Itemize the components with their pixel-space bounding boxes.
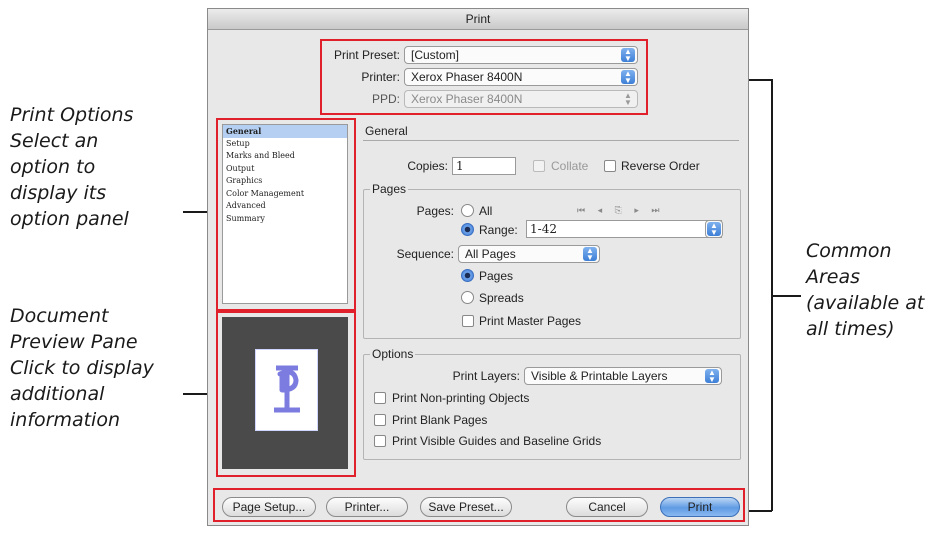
preview-pane-annotation: Document Preview Pane Click to display a… bbox=[10, 303, 154, 433]
print-blank-pages-label: Print Blank Pages bbox=[392, 413, 488, 427]
range-label: Range: bbox=[479, 223, 518, 237]
sequence-label: Sequence: bbox=[396, 247, 454, 261]
all-pages-radio[interactable] bbox=[461, 204, 474, 217]
pages-group-title: Pages bbox=[370, 182, 409, 196]
annotation-line: Document bbox=[10, 305, 109, 327]
all-label: All bbox=[479, 204, 493, 218]
dialog-title: Print bbox=[208, 9, 748, 30]
common-areas-annotation: Common Areas (available at all times) bbox=[806, 238, 924, 342]
annotation-line: option to bbox=[10, 156, 96, 178]
range-field[interactable]: 1-42 bbox=[526, 220, 722, 238]
bottom-buttons-highlight bbox=[213, 488, 745, 522]
annotation-line: all times) bbox=[806, 318, 895, 340]
range-radio[interactable] bbox=[461, 223, 474, 236]
chevron-updown-icon: ▲ ▼ bbox=[583, 247, 597, 262]
general-panel-title: General bbox=[365, 124, 408, 138]
print-options-annotation: Print Options Select an option to displa… bbox=[10, 102, 133, 232]
options-group-title: Options bbox=[370, 347, 416, 361]
print-layers-label: Print Layers: bbox=[452, 369, 520, 383]
annotation-line: display its bbox=[10, 182, 107, 204]
common-areas-leader-line bbox=[771, 295, 801, 297]
spreads-radio[interactable] bbox=[461, 291, 474, 304]
general-title-divider bbox=[363, 140, 739, 141]
annotation-line: additional bbox=[10, 383, 105, 405]
reverse-order-checkbox[interactable] bbox=[604, 160, 616, 172]
print-non-printing-label: Print Non-printing Objects bbox=[392, 391, 530, 405]
print-master-pages-label: Print Master Pages bbox=[479, 314, 582, 328]
page-navigation-icons[interactable]: ⏮ ◂ ⎘ ▸ ⏭ bbox=[577, 205, 664, 216]
annotation-line: Preview Pane bbox=[10, 331, 138, 353]
sequence-select[interactable]: All Pages ▲ ▼ bbox=[458, 245, 600, 263]
preview-pane-highlight bbox=[216, 311, 356, 477]
top-selectors-highlight bbox=[320, 39, 648, 115]
collate-checkbox bbox=[533, 160, 545, 172]
range-menu-button[interactable]: ▲ ▼ bbox=[705, 220, 723, 238]
annotation-line: Common bbox=[806, 240, 892, 262]
chevron-updown-icon: ▲ ▼ bbox=[707, 222, 721, 237]
annotation-line: Select an bbox=[10, 130, 99, 152]
print-layers-select[interactable]: Visible & Printable Layers ▲ ▼ bbox=[524, 367, 722, 385]
range-value: 1-42 bbox=[530, 222, 557, 236]
reverse-order-label: Reverse Order bbox=[621, 159, 700, 173]
print-blank-pages-checkbox[interactable] bbox=[374, 414, 386, 426]
pages-label: Pages: bbox=[416, 204, 454, 218]
print-master-pages-checkbox[interactable] bbox=[462, 315, 474, 327]
spreads-radio-label: Spreads bbox=[479, 291, 524, 305]
pages-radio-label: Pages bbox=[479, 269, 514, 283]
print-visible-guides-checkbox[interactable] bbox=[374, 435, 386, 447]
chevron-updown-icon: ▲ ▼ bbox=[705, 369, 719, 384]
copies-label: Copies: bbox=[407, 159, 448, 173]
print-visible-guides-label: Print Visible Guides and Baseline Grids bbox=[392, 434, 602, 448]
copies-field[interactable]: 1 bbox=[452, 157, 516, 175]
annotation-line: (available at bbox=[806, 292, 925, 314]
annotation-line: Areas bbox=[806, 266, 861, 288]
collate-label: Collate bbox=[551, 159, 589, 173]
annotation-line: Print Options bbox=[10, 104, 134, 126]
pages-radio[interactable] bbox=[461, 269, 474, 282]
print-dialog: Print Print Preset: [Custom] ▲ ▼ Printer:… bbox=[207, 8, 749, 526]
annotation-line: information bbox=[10, 409, 120, 431]
annotation-line: Click to display bbox=[10, 357, 154, 379]
options-list-highlight bbox=[216, 118, 356, 311]
print-non-printing-checkbox[interactable] bbox=[374, 392, 386, 404]
sequence-value: All Pages bbox=[465, 247, 516, 261]
print-layers-value: Visible & Printable Layers bbox=[531, 369, 668, 383]
annotation-line: option panel bbox=[10, 208, 129, 230]
